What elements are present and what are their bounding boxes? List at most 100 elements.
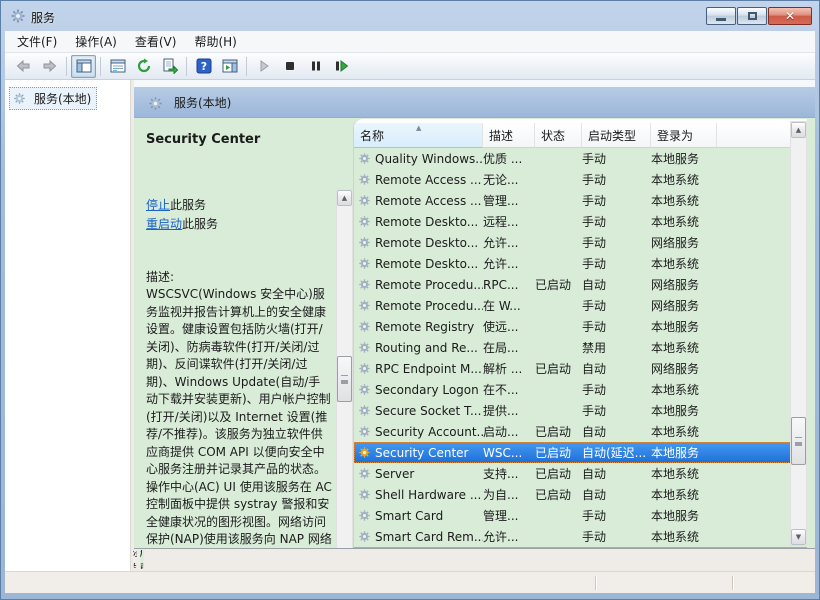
cell-desc: 提供...: [483, 402, 535, 419]
thumb-grip: [341, 375, 348, 380]
table-row[interactable]: Quality Windows...优质 ...手动本地服务: [354, 148, 791, 169]
menu-file[interactable]: 文件(F): [8, 30, 66, 53]
close-icon: ✕: [785, 9, 795, 23]
cell-name: Remote Procedu...: [375, 278, 483, 292]
menu-view[interactable]: 查看(V): [126, 30, 186, 53]
cell-startup: 自动: [582, 423, 651, 440]
cell-desc: 启动...: [483, 423, 535, 440]
cell-desc: 远程...: [483, 213, 535, 230]
status-bar: [5, 571, 815, 593]
restore-button[interactable]: [737, 7, 767, 25]
cell-logon: 本地服务: [651, 444, 717, 461]
table-row[interactable]: Smart Card管理...手动本地服务: [354, 505, 791, 526]
services-list: 名称▲ 描述 状态 启动类型 登录为 Quality Windows...优质 …: [353, 119, 807, 548]
cell-desc: 为自...: [483, 486, 535, 503]
services-gear-icon: [10, 8, 26, 24]
export-list-button[interactable]: [157, 55, 182, 78]
pause-service-button[interactable]: [303, 55, 328, 78]
tree-item-label: 服务(本地): [34, 90, 91, 107]
stop-service-button[interactable]: [277, 55, 302, 78]
table-row[interactable]: Remote Deskto...远程...手动本地系统: [354, 211, 791, 232]
table-row[interactable]: Routing and Re...在局...禁用本地系统: [354, 337, 791, 358]
table-row[interactable]: Server支持...已启动自动本地系统: [354, 463, 791, 484]
table-row[interactable]: Remote Access ...管理...手动本地系统: [354, 190, 791, 211]
properties-button[interactable]: [105, 55, 130, 78]
table-row[interactable]: Shell Hardware ...为自...已启动自动本地系统: [354, 484, 791, 505]
service-gear-icon: [358, 530, 371, 543]
cell-name: RPC Endpoint M...: [375, 362, 483, 376]
table-row[interactable]: Remote Registry使远...手动本地服务: [354, 316, 791, 337]
cell-logon: 本地系统: [651, 171, 717, 188]
table-row[interactable]: Security CenterWSC...已启动自动(延迟...本地服务: [354, 442, 791, 463]
back-button[interactable]: [11, 55, 36, 78]
services-gear-icon: [13, 92, 26, 105]
restart-service-link[interactable]: 重启动: [146, 217, 182, 231]
restart-service-button[interactable]: [329, 55, 354, 78]
cell-name: Security Center: [375, 446, 483, 460]
menu-help[interactable]: 帮助(H): [185, 30, 245, 53]
extended-description-pane: Security Center 停止此服务 重启动此服务 描述: WSCSVC(…: [134, 118, 353, 571]
help-button[interactable]: ?: [191, 55, 216, 78]
sort-ascending-icon: ▲: [416, 124, 421, 132]
stop-service-link[interactable]: 停止: [146, 198, 170, 212]
table-row[interactable]: Remote Procedu...RPC...已启动自动网络服务: [354, 274, 791, 295]
description-scrollbar[interactable]: ▲ ▼: [336, 189, 353, 586]
cell-logon: 网络服务: [651, 234, 717, 251]
menu-action[interactable]: 操作(A): [66, 30, 126, 53]
scroll-down-icon[interactable]: ▼: [791, 529, 806, 545]
cell-logon: 本地系统: [651, 528, 717, 545]
scroll-up-icon[interactable]: ▲: [337, 190, 352, 206]
column-header-logon-as[interactable]: 登录为: [651, 123, 717, 148]
scrollbar-thumb[interactable]: [337, 356, 352, 402]
cell-logon: 本地系统: [651, 423, 717, 440]
table-row[interactable]: Security Account...启动...已启动自动本地系统: [354, 421, 791, 442]
scroll-up-icon[interactable]: ▲: [791, 122, 806, 138]
cell-desc: 解析 ...: [483, 360, 535, 377]
column-header-status[interactable]: 状态: [535, 123, 582, 148]
refresh-button[interactable]: [131, 55, 156, 78]
forward-button[interactable]: [37, 55, 62, 78]
cell-logon: 本地系统: [651, 381, 717, 398]
list-scrollbar[interactable]: ▲ ▼: [790, 121, 807, 546]
tree-item-services-local[interactable]: 服务(本地): [9, 87, 97, 110]
status-bar-separator: [732, 576, 733, 590]
show-console-tree-button[interactable]: [71, 55, 96, 78]
start-service-button[interactable]: [251, 55, 276, 78]
cell-logon: 本地系统: [651, 465, 717, 482]
table-row[interactable]: Secure Socket T...提供...手动本地服务: [354, 400, 791, 421]
cell-startup: 自动: [582, 465, 651, 482]
toolbar-separator: [246, 57, 247, 76]
cell-startup: 手动: [582, 507, 651, 524]
table-row[interactable]: Remote Access ...无论...手动本地系统: [354, 169, 791, 190]
cell-logon: 本地系统: [651, 255, 717, 272]
table-row[interactable]: Secondary Logon在不...手动本地系统: [354, 379, 791, 400]
cell-startup: 禁用: [582, 339, 651, 356]
cell-desc: 允许...: [483, 528, 535, 545]
column-header-startup-type[interactable]: 启动类型: [582, 123, 651, 148]
scrollbar-thumb[interactable]: [791, 417, 806, 465]
cell-name: Secure Socket T...: [375, 404, 483, 418]
column-header-name[interactable]: 名称▲: [354, 123, 483, 148]
close-button[interactable]: ✕: [768, 7, 812, 25]
minimize-button[interactable]: [706, 7, 736, 25]
table-row[interactable]: Smart Card Rem...允许...手动本地系统: [354, 526, 791, 547]
table-row[interactable]: RPC Endpoint M...解析 ...已启动自动网络服务: [354, 358, 791, 379]
table-row[interactable]: Remote Procedu...在 W...手动网络服务: [354, 295, 791, 316]
table-row[interactable]: Remote Deskto...允许...手动本地系统: [354, 253, 791, 274]
cell-name: Smart Card Rem...: [375, 530, 483, 544]
title-bar[interactable]: 服务 ✕: [1, 1, 819, 31]
service-gear-icon: [358, 320, 371, 333]
cell-name: Shell Hardware ...: [375, 488, 483, 502]
service-gear-icon: [358, 152, 371, 165]
thumb-grip: [795, 437, 802, 442]
show-action-pane-button[interactable]: [217, 55, 242, 78]
cell-logon: 网络服务: [651, 297, 717, 314]
cell-status: 已启动: [535, 444, 582, 461]
description-text: WSCSVC(Windows 安全中心)服务监视并报告计算机上的安全健康设置。健…: [146, 286, 332, 584]
cell-status: 已启动: [535, 486, 582, 503]
restart-link-suffix: 此服务: [182, 217, 218, 231]
column-header-description[interactable]: 描述: [483, 123, 535, 148]
service-gear-icon: [358, 362, 371, 375]
table-row[interactable]: Remote Deskto...允许...手动网络服务: [354, 232, 791, 253]
cell-logon: 网络服务: [651, 276, 717, 293]
